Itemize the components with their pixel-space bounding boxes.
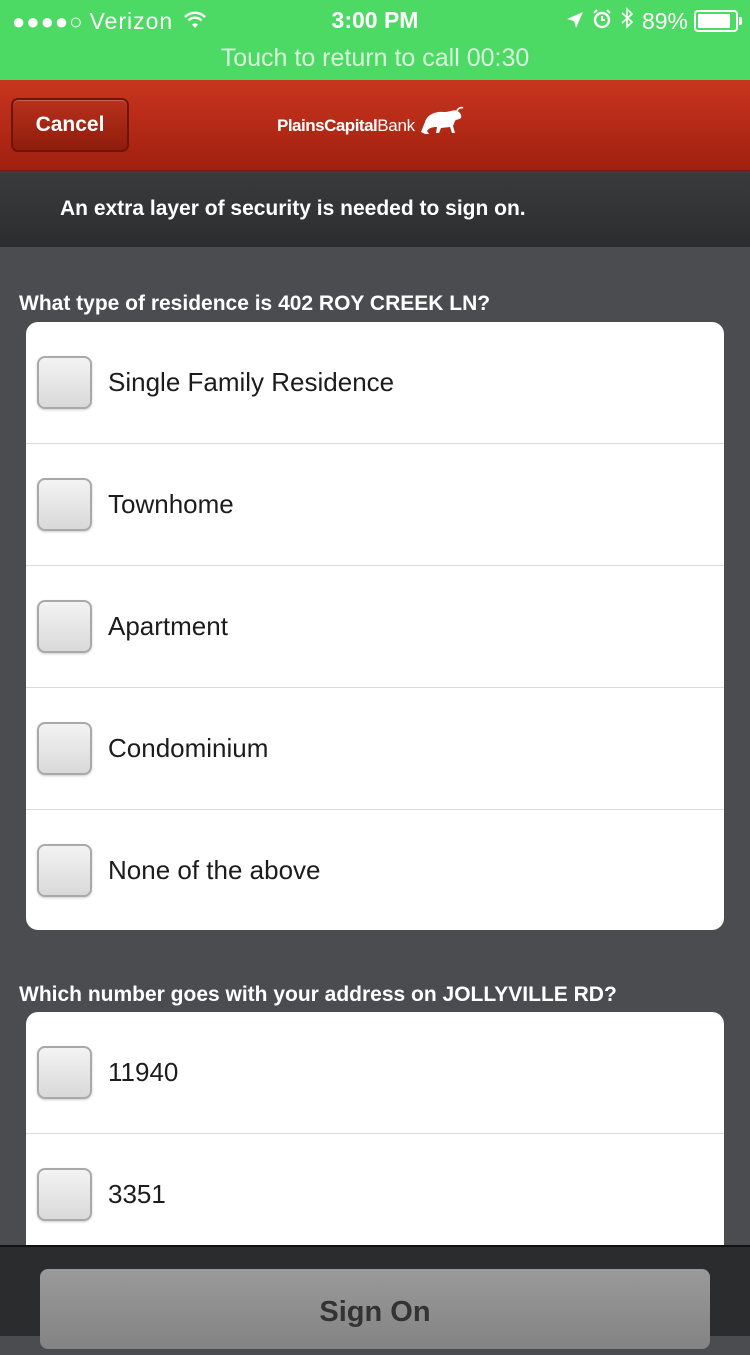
cancel-button[interactable]: Cancel	[11, 98, 129, 152]
logo-text-light: Bank	[377, 116, 415, 135]
checkbox[interactable]	[37, 478, 92, 531]
option-11940[interactable]: 11940	[26, 1012, 724, 1134]
alarm-icon	[592, 8, 612, 35]
battery-percent: 89%	[641, 7, 688, 34]
option-3351[interactable]: 3351	[26, 1134, 724, 1255]
checkbox[interactable]	[37, 1168, 92, 1221]
logo-text-bold: PlainsCapital	[277, 116, 378, 135]
security-info-bar: An extra layer of security is needed to …	[0, 171, 750, 247]
bank-logo: PlainsCapital Bank	[277, 106, 465, 136]
status-right: 89%	[558, 7, 742, 35]
option-none-of-the-above[interactable]: None of the above	[26, 810, 724, 930]
option-apartment[interactable]: Apartment	[26, 566, 724, 688]
question-2-options: 11940 3351	[26, 1012, 724, 1272]
checkbox[interactable]	[37, 1046, 92, 1099]
checkbox[interactable]	[37, 600, 92, 653]
checkbox[interactable]	[37, 844, 92, 897]
battery-icon	[694, 10, 742, 32]
footer-bar: Sign On	[0, 1245, 750, 1349]
status-bar: ●●●●○ Verizon 3:00 PM 89% Touch to retur…	[0, 0, 750, 80]
option-condominium[interactable]: Condominium	[26, 688, 724, 810]
buffalo-icon	[420, 106, 464, 134]
return-to-call-banner[interactable]: Touch to return to call 00:30	[0, 44, 750, 73]
option-label: 11940	[108, 1057, 179, 1087]
battery-level	[698, 14, 730, 28]
option-label: Townhome	[108, 489, 234, 519]
option-single-family-residence[interactable]: Single Family Residence	[26, 322, 724, 444]
bluetooth-icon	[620, 7, 634, 35]
option-label: Condominium	[108, 733, 269, 763]
option-townhome[interactable]: Townhome	[26, 444, 724, 566]
option-label: None of the above	[108, 855, 321, 885]
sign-on-button[interactable]: Sign On	[40, 1269, 710, 1349]
app-header: Cancel PlainsCapital Bank	[0, 80, 750, 171]
location-arrow-icon	[566, 8, 584, 35]
question-1-text: What type of residence is 402 ROY CREEK …	[19, 292, 491, 315]
security-message: An extra layer of security is needed to …	[60, 197, 526, 220]
option-label: Single Family Residence	[108, 367, 395, 397]
checkbox[interactable]	[37, 356, 92, 409]
option-label: Apartment	[108, 611, 228, 641]
question-1-options: Single Family Residence Townhome Apartme…	[26, 322, 724, 930]
option-label: 3351	[108, 1179, 166, 1209]
checkbox[interactable]	[37, 722, 92, 775]
question-2-text: Which number goes with your address on J…	[19, 983, 617, 1006]
